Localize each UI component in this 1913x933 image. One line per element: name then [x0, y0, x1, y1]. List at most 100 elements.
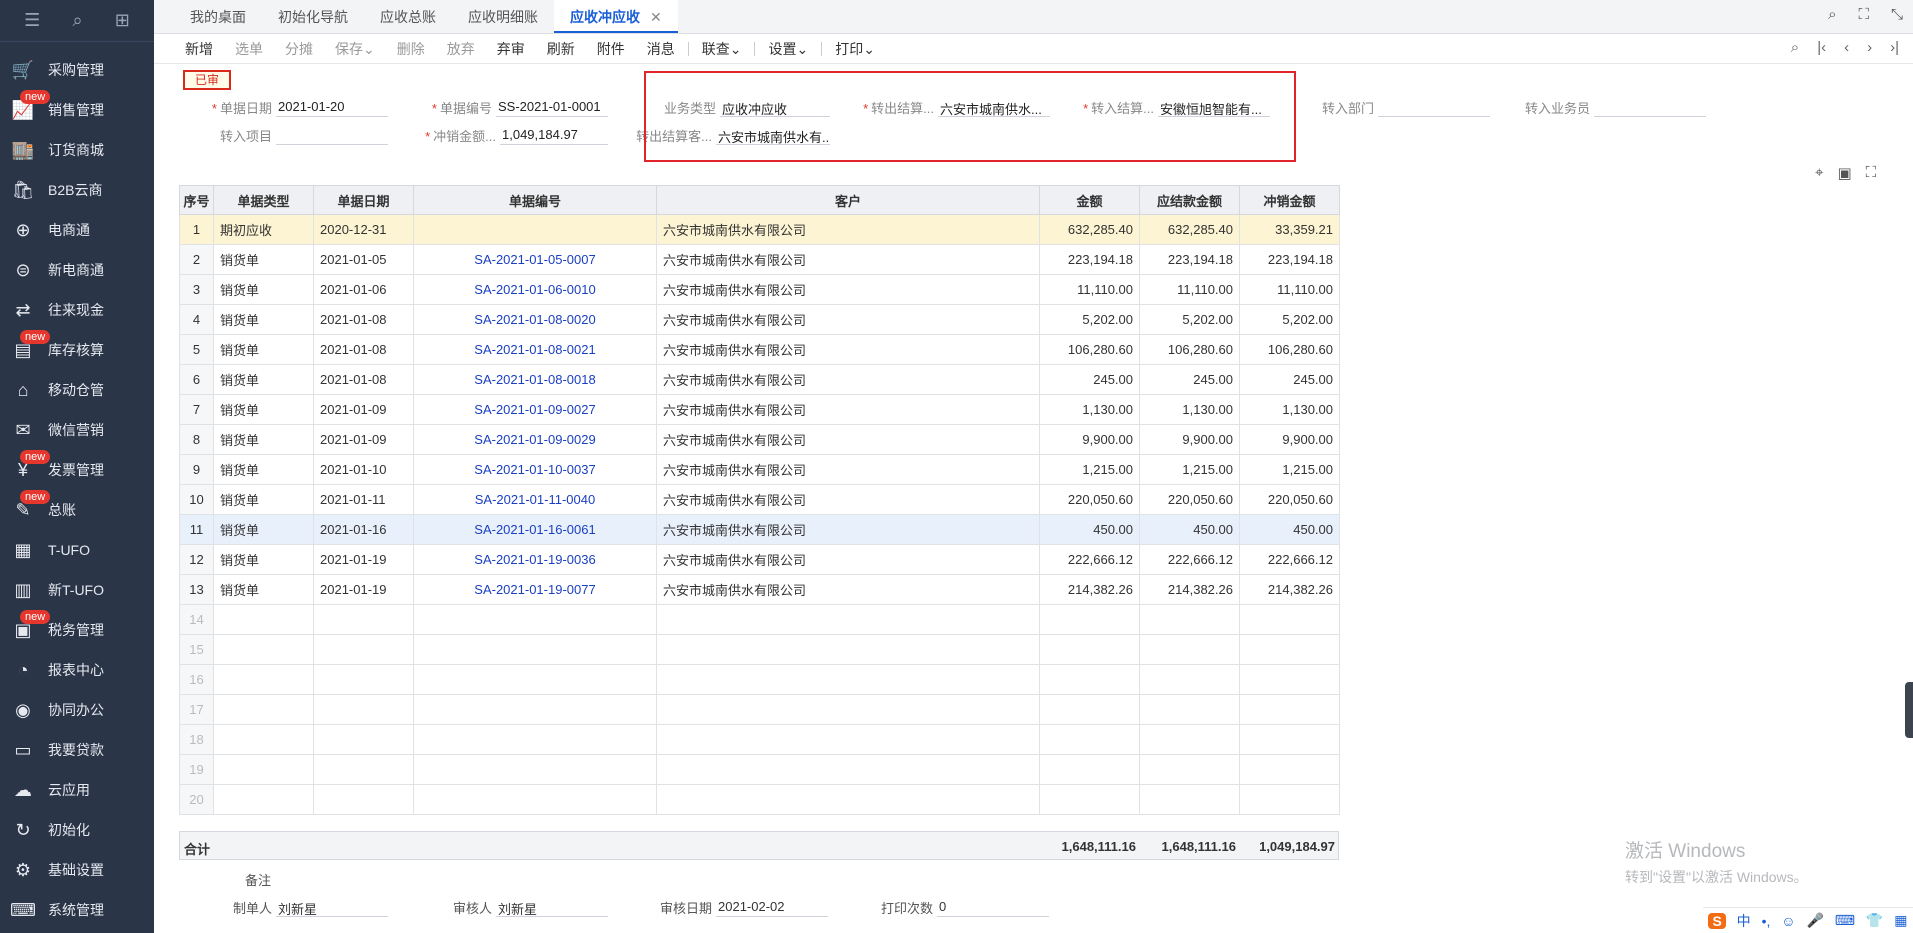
empty-cell[interactable]	[1139, 724, 1240, 755]
table-row[interactable]: 1 期初应收 2020-12-31 六安市城南供水有限公司 632,285.40 632,…	[179, 214, 1340, 245]
empty-row[interactable]: 18	[179, 724, 1340, 755]
table-row[interactable]: 10 销货单 2021-01-11 SA-2021-01-11-0040 六安市城南供水…	[179, 484, 1340, 515]
column-header[interactable]: 序号	[179, 185, 214, 215]
sidebar-item[interactable]: ▥ 新T-UFO	[0, 570, 154, 610]
doc-no-input[interactable]: SS-2021-01-0001	[496, 99, 608, 117]
empty-cell[interactable]	[213, 634, 314, 665]
sidebar-item[interactable]: 🛒 采购管理	[0, 50, 154, 90]
empty-cell[interactable]	[313, 634, 414, 665]
exit-fullscreen-icon[interactable]: ⤡	[1891, 6, 1903, 23]
doc-code-link[interactable]: SA-2021-01-08-0020	[413, 304, 657, 335]
empty-cell[interactable]	[1139, 664, 1240, 695]
empty-cell[interactable]	[213, 724, 314, 755]
find-record-icon[interactable]: ⌕	[1791, 39, 1799, 56]
toolbar-button[interactable]: 弃审	[486, 39, 536, 59]
ime-tool-icon[interactable]: ☺	[1781, 913, 1795, 929]
tab-item[interactable]: 我的桌面	[174, 0, 262, 33]
empty-cell[interactable]	[656, 604, 1040, 635]
sidebar-item[interactable]: ↻ 初始化	[0, 810, 154, 850]
table-row[interactable]: 3 销货单 2021-01-06 SA-2021-01-06-0010 六安市城南供水有…	[179, 274, 1340, 305]
in-staff-input[interactable]	[1594, 99, 1706, 117]
empty-cell[interactable]	[413, 664, 657, 695]
empty-cell[interactable]	[1139, 754, 1240, 785]
doc-code-link[interactable]: SA-2021-01-06-0010	[413, 274, 657, 305]
sidebar-item[interactable]: ▭ 我要贷款	[0, 730, 154, 770]
empty-cell[interactable]	[1239, 784, 1340, 815]
empty-cell[interactable]	[1039, 604, 1140, 635]
table-row[interactable]: 6 销货单 2021-01-08 SA-2021-01-08-0018 六安市城南供水有…	[179, 364, 1340, 395]
empty-row[interactable]: 14	[179, 604, 1340, 635]
remark-input[interactable]	[275, 871, 1775, 889]
search-icon[interactable]: ⌕	[1828, 6, 1836, 23]
sidebar-item[interactable]: ⌨ 系统管理	[0, 890, 154, 930]
sidebar-item[interactable]: ¥ 发票管理 new	[0, 450, 154, 490]
empty-row[interactable]: 15	[179, 634, 1340, 665]
tab-item[interactable]: 应收冲应收 ✕	[554, 0, 678, 33]
tab-item[interactable]: 应收总账	[364, 0, 452, 33]
table-row[interactable]: 9 销货单 2021-01-10 SA-2021-01-10-0037 六安市城南供水有…	[179, 454, 1340, 485]
menu-icon[interactable]: ☰	[24, 10, 40, 31]
table-row[interactable]: 5 销货单 2021-01-08 SA-2021-01-08-0021 六安市城南供水有…	[179, 334, 1340, 365]
empty-cell[interactable]	[656, 634, 1040, 665]
doc-code-link[interactable]: SA-2021-01-16-0061	[413, 514, 657, 545]
empty-cell[interactable]	[313, 604, 414, 635]
ime-logo[interactable]: S	[1708, 912, 1726, 929]
ime-tool-icon[interactable]: 中	[1737, 911, 1751, 931]
empty-cell[interactable]	[656, 664, 1040, 695]
ime-tool-icon[interactable]: ▦	[1894, 912, 1907, 929]
empty-cell[interactable]	[213, 694, 314, 725]
empty-cell[interactable]	[1139, 634, 1240, 665]
table-row[interactable]: 8 销货单 2021-01-09 SA-2021-01-09-0029 六安市城南供水有…	[179, 424, 1340, 455]
empty-cell[interactable]	[1239, 754, 1340, 785]
sidebar-item[interactable]: 🏬 订货商城	[0, 130, 154, 170]
toolbar-button[interactable]: 联查⌄	[691, 39, 753, 59]
empty-cell[interactable]	[656, 754, 1040, 785]
empty-row[interactable]: 19	[179, 754, 1340, 785]
empty-cell[interactable]	[1039, 754, 1140, 785]
empty-cell[interactable]	[313, 784, 414, 815]
toolbar-button[interactable]: 新增	[174, 39, 224, 59]
doc-code-link[interactable]: SA-2021-01-19-0077	[413, 574, 657, 605]
search-doc-icon[interactable]: ⌕	[72, 10, 82, 31]
toolbar-button[interactable]: 设置⌄	[757, 39, 819, 59]
empty-cell[interactable]	[313, 754, 414, 785]
next-record-icon[interactable]: ›	[1867, 39, 1872, 56]
doc-code-link[interactable]: SA-2021-01-10-0037	[413, 454, 657, 485]
writeoff-amount-input[interactable]: 1,049,184.97	[500, 127, 608, 145]
doc-code-link[interactable]: SA-2021-01-05-0007	[413, 244, 657, 275]
tab-item[interactable]: 应收明细账	[452, 0, 554, 33]
ime-tool-icon[interactable]: 👕	[1866, 912, 1883, 929]
doc-code-link[interactable]: SA-2021-01-11-0040	[413, 484, 657, 515]
sidebar-item[interactable]: ☁ 云应用	[0, 770, 154, 810]
doc-code-link[interactable]: SA-2021-01-09-0029	[413, 424, 657, 455]
expand-icon[interactable]: ⛶	[1866, 164, 1877, 182]
table-row[interactable]: 12 销货单 2021-01-19 SA-2021-01-19-0036 六安市城南供水…	[179, 544, 1340, 575]
column-header[interactable]: 单据日期	[313, 185, 414, 215]
column-header[interactable]: 单据编号	[413, 185, 657, 215]
empty-cell[interactable]	[1139, 694, 1240, 725]
column-header[interactable]: 客户	[656, 185, 1040, 215]
last-record-icon[interactable]: ›|	[1890, 39, 1899, 56]
in-dept-input[interactable]	[1378, 99, 1490, 117]
ime-tool-icon[interactable]: 🎤	[1806, 912, 1823, 929]
empty-cell[interactable]	[213, 664, 314, 695]
empty-cell[interactable]	[656, 784, 1040, 815]
fullscreen-icon[interactable]: ⛶	[1858, 6, 1869, 23]
empty-row[interactable]: 16	[179, 664, 1340, 695]
doc-code-link[interactable]	[413, 214, 657, 245]
sidebar-item[interactable]: ✎ 总账 new	[0, 490, 154, 530]
sidebar-item[interactable]: ▦ T-UFO	[0, 530, 154, 570]
empty-cell[interactable]	[413, 604, 657, 635]
empty-cell[interactable]	[656, 694, 1040, 725]
prev-record-icon[interactable]: ‹	[1844, 39, 1849, 56]
column-header[interactable]: 金额	[1039, 185, 1140, 215]
empty-cell[interactable]	[1239, 604, 1340, 635]
empty-cell[interactable]	[213, 784, 314, 815]
empty-cell[interactable]	[213, 604, 314, 635]
empty-cell[interactable]	[1039, 724, 1140, 755]
ime-tool-icon[interactable]: ⌨	[1835, 912, 1855, 929]
table-row[interactable]: 4 销货单 2021-01-08 SA-2021-01-08-0020 六安市城南供水有…	[179, 304, 1340, 335]
sidebar-item[interactable]: ⊕ 电商通	[0, 210, 154, 250]
export-icon[interactable]: ▣	[1837, 164, 1851, 182]
sidebar-item[interactable]: ▤ 库存核算 new	[0, 330, 154, 370]
